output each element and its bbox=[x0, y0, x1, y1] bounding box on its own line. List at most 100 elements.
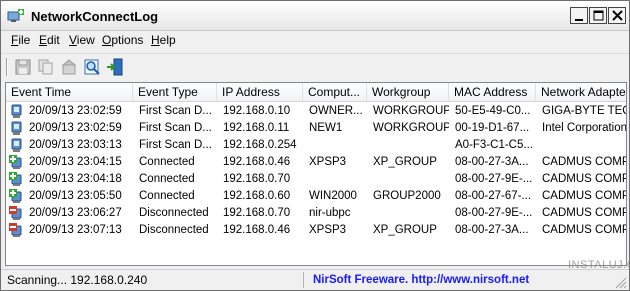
menu-options[interactable]: Options bbox=[100, 33, 145, 47]
table-row[interactable]: 20/09/13 23:06:27 Disconnected 192.168.0.7… bbox=[6, 205, 626, 222]
toolbar bbox=[1, 53, 629, 79]
cell-event-time: 20/09/13 23:06:27 bbox=[29, 207, 122, 219]
cell-ip-address: 192.168.0.10 bbox=[223, 105, 291, 117]
close-button[interactable] bbox=[608, 7, 626, 24]
cell-ip-address: 192.168.0.70 bbox=[223, 207, 291, 219]
copy-icon[interactable] bbox=[37, 58, 55, 76]
refresh-icon[interactable] bbox=[83, 58, 101, 76]
event-list[interactable]: Event Time Event Type IP Address Comput.… bbox=[5, 82, 627, 266]
cell-network-adapter: CADMUS COMPUT bbox=[542, 173, 626, 185]
cell-computer: XPSP3 bbox=[309, 224, 347, 236]
computer-blue-icon bbox=[11, 138, 22, 152]
save-icon[interactable] bbox=[14, 58, 32, 76]
cell-mac-address: 50-E5-49-C0... bbox=[455, 105, 531, 117]
exit-icon[interactable] bbox=[106, 58, 124, 76]
computer-connected-icon bbox=[9, 172, 22, 186]
cell-computer: NEW1 bbox=[309, 122, 343, 134]
column-header-computer[interactable]: Comput... bbox=[303, 83, 367, 102]
cell-ip-address: 192.168.0.46 bbox=[223, 224, 291, 236]
menu-help-accel: H bbox=[151, 33, 160, 47]
table-row[interactable]: 20/09/13 23:04:18 Connected 192.168.0.70 08… bbox=[6, 171, 626, 188]
column-header-event-type[interactable]: Event Type bbox=[133, 83, 217, 102]
cell-mac-address: 00-19-D1-67... bbox=[455, 122, 530, 134]
menu-file[interactable]: File bbox=[9, 33, 32, 47]
cell-network-adapter: Intel Corporation bbox=[542, 122, 627, 134]
table-row[interactable]: 20/09/13 23:02:59 First Scan D... 192.168.… bbox=[6, 103, 626, 120]
menu-edit[interactable]: Edit bbox=[37, 33, 62, 47]
menu-edit-accel: E bbox=[39, 33, 48, 47]
cell-mac-address: 08-00-27-9E-... bbox=[455, 173, 533, 185]
cell-computer: OWNER... bbox=[309, 105, 363, 117]
table-row[interactable]: 20/09/13 23:07:13 Disconnected 192.168.0.4… bbox=[6, 222, 626, 239]
toolbar-grip bbox=[6, 58, 8, 76]
column-header-mac-address[interactable]: MAC Address bbox=[449, 83, 536, 102]
cell-event-time: 20/09/13 23:04:18 bbox=[29, 173, 122, 185]
column-header-event-time[interactable]: Event Time bbox=[6, 83, 133, 102]
cell-event-type: Connected bbox=[139, 156, 195, 168]
computer-connected-icon bbox=[9, 189, 22, 203]
cell-workgroup: GROUP2000 bbox=[373, 190, 441, 202]
app-icon bbox=[7, 9, 24, 22]
close-icon bbox=[612, 10, 623, 21]
properties-icon[interactable] bbox=[60, 58, 78, 76]
cell-event-type: First Scan D... bbox=[139, 105, 212, 117]
cell-workgroup: XP_GROUP bbox=[373, 156, 437, 168]
column-header-network-adapter[interactable]: Network Adapter bbox=[536, 83, 626, 102]
status-bar: Scanning... 192.168.0.240 NirSoft Freewa… bbox=[1, 269, 629, 290]
column-header-ip-address[interactable]: IP Address bbox=[217, 83, 303, 102]
table-row[interactable]: 20/09/13 23:05:50 Connected 192.168.0.60 WI… bbox=[6, 188, 626, 205]
cell-network-adapter: CADMUS COMPUT bbox=[542, 190, 626, 202]
resize-grip-icon[interactable] bbox=[613, 275, 627, 289]
nirsoft-link[interactable]: NirSoft Freeware. http://www.nirsoft.net bbox=[313, 272, 529, 288]
cell-ip-address: 192.168.0.70 bbox=[223, 173, 291, 185]
minimize-icon bbox=[575, 19, 583, 21]
cell-event-type: First Scan D... bbox=[139, 139, 212, 151]
computer-blue-icon bbox=[11, 104, 22, 118]
menu-view[interactable]: View bbox=[67, 33, 97, 47]
cell-event-type: First Scan D... bbox=[139, 122, 212, 134]
cell-mac-address: 08-00-27-9E-... bbox=[455, 207, 533, 219]
cell-event-time: 20/09/13 23:07:13 bbox=[29, 224, 122, 236]
table-row[interactable]: 20/09/13 23:04:15 Connected 192.168.0.46 XP… bbox=[6, 154, 626, 171]
cell-event-time: 20/09/13 23:03:13 bbox=[29, 139, 122, 151]
cell-network-adapter: CADMUS COMPUT bbox=[542, 207, 626, 219]
cell-event-time: 20/09/13 23:04:15 bbox=[29, 156, 122, 168]
cell-computer bbox=[306, 137, 367, 154]
column-header-workgroup[interactable]: Workgroup bbox=[367, 83, 449, 102]
cell-computer: WIN2000 bbox=[309, 190, 357, 202]
cell-network-adapter bbox=[539, 137, 626, 154]
menu-bar: File Edit View Options Help bbox=[1, 31, 629, 51]
menu-options-label: ptions bbox=[111, 33, 144, 47]
maximize-button[interactable] bbox=[589, 7, 607, 24]
cell-computer: nir-ubpc bbox=[309, 207, 351, 219]
cell-computer: XPSP3 bbox=[309, 156, 347, 168]
menu-view-accel: V bbox=[69, 33, 77, 47]
table-row[interactable]: 20/09/13 23:02:59 First Scan D... 192.168.… bbox=[6, 120, 627, 137]
maximize-icon bbox=[593, 10, 604, 21]
cell-mac-address: 08-00-27-3A... bbox=[455, 156, 529, 168]
menu-file-label: ile bbox=[18, 33, 31, 47]
cell-network-adapter: CADMUS COMPUT bbox=[542, 156, 626, 168]
cell-workgroup bbox=[370, 171, 449, 188]
menu-help-label: elp bbox=[159, 33, 176, 47]
cell-event-type: Disconnected bbox=[139, 224, 209, 236]
table-row[interactable]: 20/09/13 23:03:13 First Scan D... 192.168.… bbox=[6, 137, 626, 154]
cell-mac-address: A0-F3-C1-C5... bbox=[455, 139, 533, 151]
app-window: NetworkConnectLog File Edit View Options… bbox=[0, 0, 630, 291]
minimize-button[interactable] bbox=[570, 7, 588, 24]
cell-workgroup bbox=[370, 205, 449, 222]
cell-ip-address: 192.168.0.11 bbox=[223, 122, 290, 134]
computer-disconnected-icon bbox=[9, 223, 22, 237]
menu-help[interactable]: Help bbox=[149, 33, 178, 47]
title-bar[interactable]: NetworkConnectLog bbox=[1, 1, 629, 31]
cell-ip-address: 192.168.0.60 bbox=[223, 190, 291, 202]
cell-event-type: Disconnected bbox=[139, 207, 209, 219]
cell-event-type: Connected bbox=[139, 173, 195, 185]
list-header: Event Time Event Type IP Address Comput.… bbox=[6, 83, 626, 102]
cell-event-time: 20/09/13 23:02:59 bbox=[29, 105, 122, 117]
cell-mac-address: 08-00-27-67-... bbox=[455, 190, 532, 202]
cell-workgroup bbox=[370, 137, 449, 154]
cell-event-type: Connected bbox=[139, 190, 195, 202]
status-text: Scanning... 192.168.0.240 bbox=[4, 272, 304, 288]
cell-ip-address: 192.168.0.46 bbox=[223, 156, 291, 168]
